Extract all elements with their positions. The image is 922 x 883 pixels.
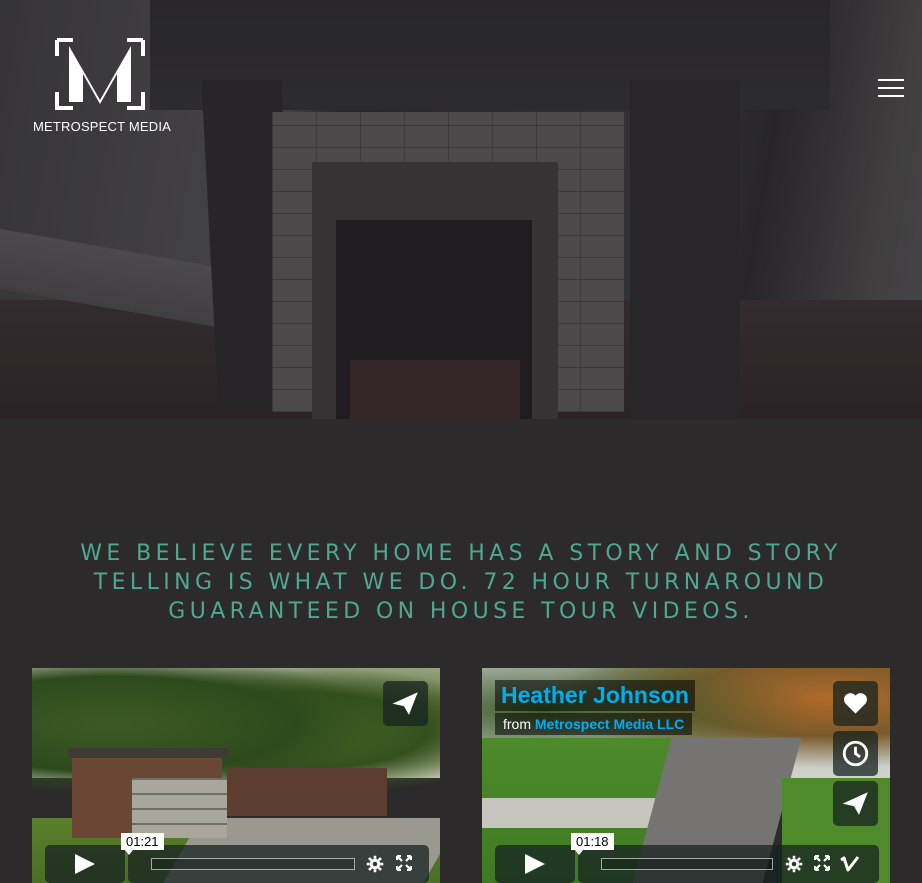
hamburger-menu-icon[interactable]	[876, 76, 906, 100]
progress-bar-container: 01:21	[121, 833, 429, 883]
progress-bar-container: 01:18	[571, 833, 879, 883]
fullscreen-icon[interactable]	[814, 855, 830, 871]
player-controls: 01:18	[495, 833, 879, 883]
progress-track[interactable]	[151, 858, 355, 870]
video-player[interactable]: 01:21	[32, 668, 440, 883]
page: METROSPECT MEDIA WE BELIEVE EVERY HOME H…	[0, 0, 922, 883]
video-title-badge: Heather Johnson from Metrospect Media LL…	[495, 680, 695, 735]
share-icon[interactable]	[833, 781, 878, 826]
video-owner-link[interactable]: Metrospect Media LLC	[535, 716, 684, 732]
video-byline: from Metrospect Media LLC	[495, 713, 693, 735]
play-icon[interactable]	[45, 845, 125, 883]
video-player[interactable]: Heather Johnson from Metrospect Media LL…	[482, 668, 890, 883]
byline-prefix: from	[503, 716, 531, 732]
like-icon[interactable]	[833, 681, 878, 726]
hero-banner: METROSPECT MEDIA	[0, 0, 922, 419]
video-title[interactable]: Heather Johnson	[495, 680, 695, 711]
vimeo-icon[interactable]	[840, 855, 860, 873]
timecode: 01:21	[121, 833, 164, 855]
fullscreen-icon[interactable]	[396, 855, 412, 871]
player-controls: 01:21	[45, 833, 429, 883]
watch-later-icon[interactable]	[833, 731, 878, 776]
play-icon[interactable]	[495, 845, 575, 883]
timecode: 01:18	[571, 833, 614, 855]
settings-icon[interactable]	[785, 855, 803, 873]
m-monogram-icon	[55, 38, 145, 110]
brand-name: METROSPECT MEDIA	[33, 119, 172, 134]
settings-icon[interactable]	[366, 855, 384, 873]
progress-track[interactable]	[601, 858, 773, 870]
tagline: WE BELIEVE EVERY HOME HAS A STORY AND ST…	[80, 541, 842, 624]
share-icon[interactable]	[383, 681, 428, 726]
